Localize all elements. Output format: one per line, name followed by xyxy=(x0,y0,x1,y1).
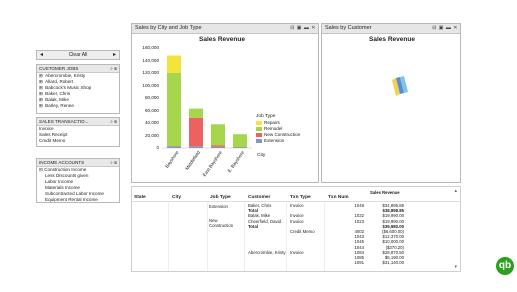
bar-segment-extension[interactable] xyxy=(167,146,181,148)
customer-job-label: Barley, Renee xyxy=(45,103,74,108)
bar-segment-new-construction[interactable] xyxy=(211,145,225,147)
legend-title: Job Type xyxy=(256,114,276,119)
bar-segment-repairs[interactable] xyxy=(167,55,181,74)
expand-icon[interactable]: ⊞ xyxy=(39,73,44,78)
list-item[interactable]: ⊞ Barley, Renee xyxy=(39,103,74,109)
bar-segment-extension[interactable] xyxy=(233,147,247,148)
sales-data-table: State City Job Type Customer Txn Type Txn Num… xyxy=(131,186,461,272)
customer-job-label: Baker, Chris xyxy=(45,91,71,96)
expand-icon[interactable]: ⊞ xyxy=(39,97,44,102)
customer-job-label: Babcock's Music Shop xyxy=(45,85,92,90)
scroll-up-icon[interactable]: ▴ xyxy=(454,188,457,194)
customer-job-label: Allard, Robert xyxy=(45,79,74,84)
customer-bar-thumbnail xyxy=(392,76,408,96)
income-account-label: Construction Income xyxy=(44,167,87,172)
bar-segment-extension[interactable] xyxy=(211,146,225,148)
legend-label: Extension xyxy=(264,138,285,143)
legend-swatch xyxy=(256,121,262,125)
bar-segment-remodel[interactable] xyxy=(189,108,203,118)
expand-icon[interactable]: ⊞ xyxy=(39,103,44,108)
expand-icon[interactable]: ⊞ xyxy=(39,79,44,84)
expand-icon[interactable]: ⊞ xyxy=(39,91,44,96)
customer-job-label: Balak, Mike xyxy=(45,97,69,102)
transaction-type-label: Credit Memo xyxy=(39,138,66,143)
bar-segment-new-construction[interactable] xyxy=(189,118,203,147)
income-account-label: Less Discounts given xyxy=(45,173,89,178)
column-header[interactable]: Txn Type xyxy=(290,195,311,200)
chart-title: Sales Revenue xyxy=(369,36,415,43)
column-header[interactable]: State xyxy=(134,195,146,200)
income-account-label: Equipment Rental Income xyxy=(45,197,98,202)
list-item[interactable]: Credit Memo xyxy=(39,138,65,144)
filter-search-icon[interactable]: ⌕ ⊞ xyxy=(110,159,117,166)
column-header[interactable]: Sales Revenue xyxy=(370,190,400,195)
sales-transactions-header: SALES TRANSACTIO... xyxy=(37,118,119,126)
column-header[interactable]: Txn Num xyxy=(328,195,349,200)
chevron-right-icon[interactable]: ▸ xyxy=(113,51,116,60)
bar-segment-extension[interactable] xyxy=(189,146,203,148)
income-accounts-filter: INCOME ACCOUNTS ⌕ ⊞ ⊟ Construction Incom… xyxy=(36,158,120,203)
bar-segment-remodel[interactable] xyxy=(167,73,181,147)
legend-swatch xyxy=(256,133,262,137)
clear-all-button[interactable]: Clear All xyxy=(37,51,119,60)
quickbooks-logo-icon: qb xyxy=(496,257,514,275)
column-header[interactable]: City xyxy=(172,195,181,200)
legend-swatch xyxy=(256,139,262,143)
chart-plot xyxy=(162,55,252,149)
customer-job-label: Abercrombie, Kristy xyxy=(45,73,86,78)
scroll-down-icon[interactable]: ▾ xyxy=(454,264,457,270)
transaction-type-label: Sales Receipt xyxy=(39,132,68,137)
txn-num-cell: 1091 xyxy=(354,260,364,266)
table-row[interactable]: 1091 $31,140.00 xyxy=(132,260,460,265)
column-header[interactable]: Customer xyxy=(248,195,270,200)
header-divider xyxy=(132,201,460,202)
sales-by-customer-panel: Sales by Customer ⊟ ▣ ▬ ✕ Sales Revenue xyxy=(321,23,461,183)
income-account-label: Materials Income xyxy=(45,185,80,190)
sales-transactions-filter: SALES TRANSACTIO... ⌕ ⊞ Invoice Sales Rec… xyxy=(36,117,120,147)
expand-icon[interactable]: ⊞ xyxy=(39,85,44,90)
customer-jobs-filter: CUSTOMER JOBS ⌕ ⊞ ⊞ Abercrombie, Kristy ⊞… xyxy=(36,64,120,114)
column-header[interactable]: Job Type xyxy=(210,195,231,200)
customer-jobs-header: CUSTOMER JOBS xyxy=(37,65,119,73)
filter-search-icon[interactable]: ⌕ ⊞ xyxy=(110,118,117,125)
bar-segment-remodel[interactable] xyxy=(233,134,247,148)
transaction-type-label: Invoice xyxy=(39,126,54,131)
sales-by-city-panel: Sales by City and Job Type ⊟ ▣ ▬ ✕ Sales… xyxy=(131,23,319,183)
window-controls-icon[interactable]: ⊟ ▣ ▬ ✕ xyxy=(432,25,458,32)
list-item[interactable]: Equipment Rental Income xyxy=(45,197,98,203)
income-account-label: Subcontracted Labor Income xyxy=(45,191,104,196)
bar-segment-remodel[interactable] xyxy=(211,124,225,146)
clear-all-bar: ◂ Clear All ▸ xyxy=(36,50,120,60)
legend-swatch xyxy=(256,127,262,131)
filter-search-icon[interactable]: ⌕ ⊞ xyxy=(110,65,117,72)
income-account-label: Labor Income xyxy=(45,179,74,184)
x-axis-label: City xyxy=(257,153,266,158)
income-accounts-header: INCOME ACCOUNTS xyxy=(37,159,119,167)
revenue-cell: $31,140.00 xyxy=(382,260,404,266)
